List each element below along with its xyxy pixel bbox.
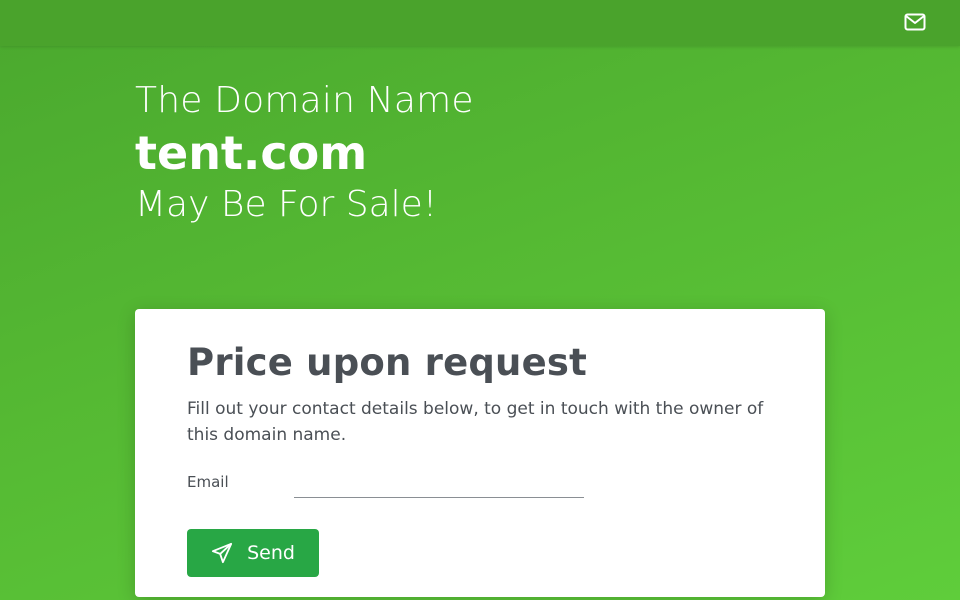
domain-name: tent.com (135, 126, 368, 180)
email-label: Email (187, 473, 229, 491)
top-bar (0, 0, 960, 46)
hero-intro: The Domain Name (135, 80, 474, 121)
hero-tagline: May Be For Sale! (135, 184, 438, 225)
contact-card: Price upon request Fill out your contact… (135, 309, 825, 597)
send-button[interactable]: Send (187, 529, 319, 577)
paper-plane-icon (211, 542, 233, 564)
email-input[interactable] (294, 471, 584, 498)
hero: The Domain Name tent.com May Be For Sale… (135, 78, 474, 228)
send-button-label: Send (247, 542, 295, 564)
envelope-icon[interactable] (904, 13, 926, 33)
card-title: Price upon request (187, 341, 587, 384)
card-description: Fill out your contact details below, to … (187, 399, 764, 445)
